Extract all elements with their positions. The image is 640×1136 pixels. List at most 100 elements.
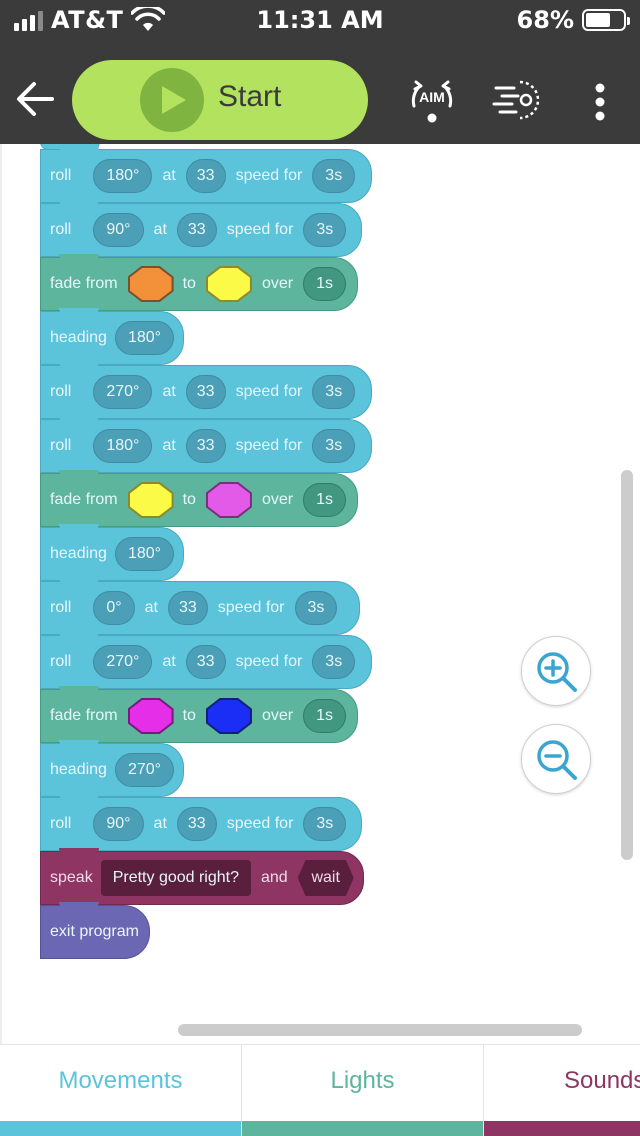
duration-value[interactable]: 3s bbox=[303, 807, 347, 841]
heading-value[interactable]: 180° bbox=[114, 321, 175, 355]
block-keyword: to bbox=[182, 707, 196, 724]
zoom-out-button[interactable] bbox=[521, 724, 591, 794]
block-keyword: exit program bbox=[50, 923, 139, 940]
tab-label: Lights bbox=[330, 1067, 395, 1094]
duration-value[interactable]: 1s bbox=[303, 699, 346, 733]
arrow-left-icon[interactable] bbox=[14, 78, 56, 120]
color-swatch-from[interactable] bbox=[127, 482, 174, 518]
battery-icon bbox=[582, 9, 630, 31]
block-keyword: roll bbox=[50, 167, 72, 184]
speed-value[interactable]: 33 bbox=[185, 429, 226, 463]
roll-block[interactable]: roll 90° at 33 speed for 3s bbox=[40, 794, 362, 851]
more-vertical-icon[interactable] bbox=[588, 82, 612, 122]
color-swatch-to[interactable] bbox=[205, 266, 252, 302]
block-keyword: over bbox=[261, 275, 294, 292]
heading-value[interactable]: 0° bbox=[93, 591, 135, 625]
vertical-scrollbar[interactable] bbox=[621, 470, 633, 860]
duration-value[interactable]: 3s bbox=[312, 159, 356, 193]
status-bar: AT&T 11:31 AM 68% bbox=[0, 0, 640, 42]
zoom-in-button[interactable] bbox=[521, 636, 591, 706]
heading-value[interactable]: 90° bbox=[93, 807, 144, 841]
heading-value[interactable]: 180° bbox=[93, 159, 153, 193]
block-keyword: fade from bbox=[50, 275, 118, 292]
category-tabs: Movements Lights Sounds bbox=[0, 1044, 640, 1136]
block-keyword: speed for bbox=[235, 167, 303, 184]
block-keyword: speed for bbox=[235, 653, 303, 670]
roll-block[interactable]: roll 270° at 33 speed for 3s bbox=[40, 362, 372, 419]
duration-value[interactable]: 3s bbox=[312, 429, 356, 463]
duration-value[interactable]: 3s bbox=[303, 213, 347, 247]
block-keyword: heading bbox=[50, 545, 107, 562]
block-keyword: to bbox=[182, 275, 196, 292]
block-keyword: roll bbox=[50, 383, 72, 400]
block-keyword: over bbox=[261, 491, 294, 508]
tab-color-bar bbox=[242, 1121, 483, 1136]
block-keyword: at bbox=[162, 437, 176, 454]
block-keyword: at bbox=[162, 383, 176, 400]
toolbar: Start AIM bbox=[0, 42, 640, 144]
speed-value[interactable]: 33 bbox=[176, 807, 217, 841]
heading-value[interactable]: 180° bbox=[114, 537, 175, 571]
roll-block[interactable]: roll 180° at 33 speed for 3s bbox=[40, 146, 372, 203]
exit-block[interactable]: exit program bbox=[40, 902, 150, 959]
color-swatch-from[interactable] bbox=[127, 698, 174, 734]
aim-label: AIM bbox=[419, 89, 445, 105]
tab-movements[interactable]: Movements bbox=[0, 1045, 242, 1136]
heading-value[interactable]: 270° bbox=[93, 375, 153, 409]
block-keyword: to bbox=[182, 491, 196, 508]
start-button[interactable]: Start bbox=[72, 60, 368, 140]
color-swatch-from[interactable] bbox=[127, 266, 174, 302]
speed-value[interactable]: 33 bbox=[185, 645, 226, 679]
speak-mode-select[interactable]: wait bbox=[297, 860, 354, 896]
tab-sounds[interactable]: Sounds bbox=[484, 1045, 640, 1136]
speak-text-input[interactable]: Pretty good right? bbox=[100, 860, 251, 896]
block-keyword: roll bbox=[50, 437, 72, 454]
block-keyword: roll bbox=[50, 221, 72, 238]
heading-block[interactable]: heading 180° bbox=[40, 524, 184, 581]
roll-block[interactable]: roll 270° at 33 speed for 3s bbox=[40, 632, 372, 689]
timeline-icon[interactable] bbox=[490, 78, 542, 122]
duration-value[interactable]: 3s bbox=[312, 645, 356, 679]
roll-block[interactable]: roll 90° at 33 speed for 3s bbox=[40, 200, 362, 257]
heading-value[interactable]: 90° bbox=[93, 213, 144, 247]
aim-icon[interactable]: AIM bbox=[404, 76, 460, 124]
heading-block[interactable]: heading 180° bbox=[40, 308, 184, 365]
block-keyword: fade from bbox=[50, 491, 118, 508]
speed-value[interactable]: 33 bbox=[176, 213, 217, 247]
speed-value[interactable]: 33 bbox=[185, 159, 226, 193]
color-swatch-to[interactable] bbox=[205, 482, 252, 518]
duration-value[interactable]: 3s bbox=[294, 591, 338, 625]
fade-block[interactable]: fade from to over 1s bbox=[40, 470, 358, 527]
heading-value[interactable]: 270° bbox=[93, 645, 153, 679]
block-keyword: speed for bbox=[226, 815, 294, 832]
color-swatch-to[interactable] bbox=[205, 698, 252, 734]
status-right: 68% bbox=[516, 6, 630, 34]
program-canvas[interactable]: roll 180° at 33 speed for 3s roll 90° at… bbox=[0, 144, 640, 1044]
block-keyword: at bbox=[144, 599, 158, 616]
duration-value[interactable]: 3s bbox=[312, 375, 356, 409]
roll-block[interactable]: roll 180° at 33 speed for 3s bbox=[40, 416, 372, 473]
roll-block[interactable]: roll 0° at 33 speed for 3s bbox=[40, 578, 360, 635]
duration-value[interactable]: 1s bbox=[303, 267, 346, 301]
speed-value[interactable]: 33 bbox=[167, 591, 208, 625]
block-keyword: roll bbox=[50, 599, 72, 616]
block-keyword: speed for bbox=[226, 221, 294, 238]
speed-value[interactable]: 33 bbox=[185, 375, 226, 409]
heading-value[interactable]: 180° bbox=[93, 429, 153, 463]
block-keyword: at bbox=[162, 653, 176, 670]
heading-value[interactable]: 270° bbox=[114, 753, 175, 787]
fade-block[interactable]: fade from to over 1s bbox=[40, 254, 358, 311]
block-keyword: fade from bbox=[50, 707, 118, 724]
block-keyword: at bbox=[153, 815, 167, 832]
block-keyword: over bbox=[261, 707, 294, 724]
battery-percent: 68% bbox=[516, 6, 574, 34]
tab-lights[interactable]: Lights bbox=[242, 1045, 484, 1136]
heading-block[interactable]: heading 270° bbox=[40, 740, 184, 797]
tab-color-bar bbox=[484, 1121, 640, 1136]
speak-block[interactable]: speak Pretty good right? and wait bbox=[40, 848, 364, 905]
tab-color-bar bbox=[0, 1121, 241, 1136]
duration-value[interactable]: 1s bbox=[303, 483, 346, 517]
fade-block[interactable]: fade from to over 1s bbox=[40, 686, 358, 743]
start-label: Start bbox=[218, 80, 282, 113]
horizontal-scrollbar[interactable] bbox=[178, 1024, 582, 1036]
